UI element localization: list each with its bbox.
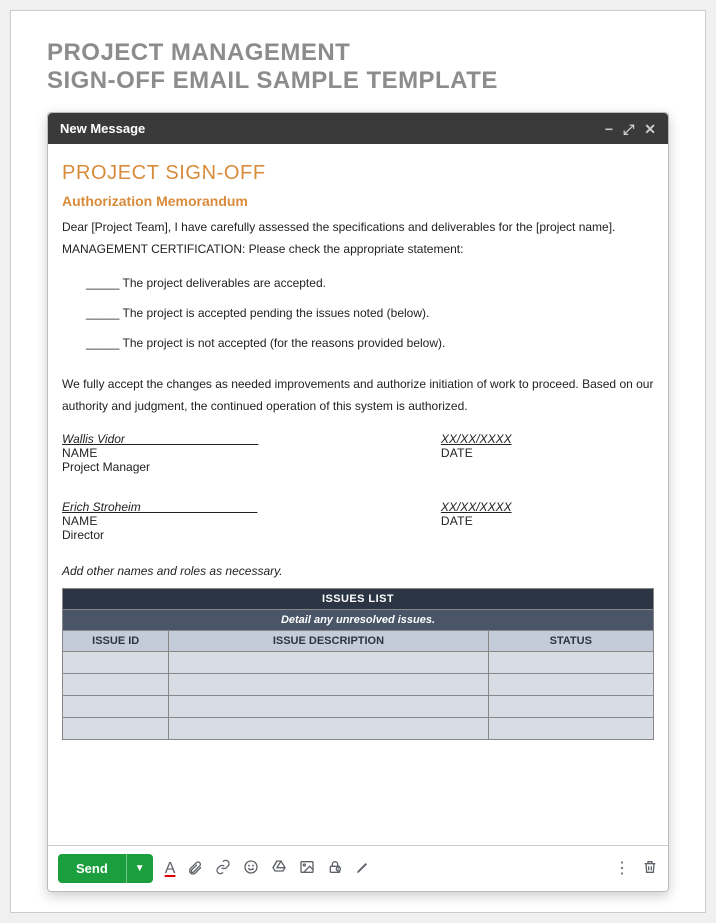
col-issue-id: ISSUE ID — [63, 630, 169, 651]
pen-icon[interactable] — [355, 859, 371, 879]
title-line2: SIGN-OFF EMAIL SAMPLE TEMPLATE — [47, 67, 669, 95]
email-body: PROJECT SIGN-OFF Authorization Memorandu… — [48, 144, 668, 845]
document-page: PROJECT MANAGEMENT SIGN-OFF EMAIL SAMPLE… — [10, 10, 706, 913]
signature-name: Wallis Vidor — [62, 432, 441, 446]
intro-paragraph: Dear [Project Team], I have carefully as… — [62, 217, 654, 260]
signature-date-label: DATE — [441, 514, 654, 528]
signature-name-label: NAME — [62, 446, 441, 460]
authorization-paragraph: We fully accept the changes as needed im… — [62, 374, 654, 417]
email-header-title: New Message — [60, 121, 145, 136]
drive-icon[interactable] — [271, 859, 287, 879]
signature-date: XX/XX/XXXX — [441, 432, 654, 446]
signature-role: Project Manager — [62, 460, 441, 474]
signature-name: Erich Stroheim — [62, 500, 441, 514]
emoji-icon[interactable] — [243, 859, 259, 879]
toolbar-left: Send ▼ A — [58, 854, 371, 883]
signature-row-2: Erich Stroheim NAME Director XX/XX/XXXX … — [62, 500, 654, 550]
font-format-icon[interactable]: A — [165, 861, 176, 877]
table-row — [63, 717, 654, 739]
check-option: The project is accepted pending the issu… — [86, 304, 654, 322]
signature-name-label: NAME — [62, 514, 441, 528]
certification-options: The project deliverables are accepted. T… — [86, 274, 654, 364]
email-compose-window: New Message − ⤢ ✕ PROJECT SIGN-OFF Autho… — [47, 112, 669, 892]
send-dropdown[interactable]: ▼ — [126, 854, 153, 883]
email-header-controls: − ⤢ ✕ — [605, 122, 656, 136]
body-subheading: Authorization Memorandum — [62, 193, 654, 209]
attach-icon[interactable] — [187, 859, 203, 879]
send-button[interactable]: Send ▼ — [58, 854, 153, 883]
issues-table: ISSUES LIST Detail any unresolved issues… — [62, 588, 654, 740]
close-icon[interactable]: ✕ — [644, 122, 656, 136]
send-button-label[interactable]: Send — [58, 854, 126, 883]
check-option: The project is not accepted (for the rea… — [86, 334, 654, 352]
issues-subtitle: Detail any unresolved issues. — [63, 609, 654, 630]
additional-names-note: Add other names and roles as necessary. — [62, 564, 654, 578]
confidential-icon[interactable] — [327, 859, 343, 879]
expand-icon[interactable]: ⤢ — [623, 122, 634, 136]
signature-date-label: DATE — [441, 446, 654, 460]
toolbar-right: ⋮ — [614, 859, 658, 879]
minimize-icon[interactable]: − — [605, 122, 613, 136]
issues-title: ISSUES LIST — [63, 588, 654, 609]
col-issue-description: ISSUE DESCRIPTION — [169, 630, 488, 651]
delete-icon[interactable] — [642, 859, 658, 879]
signature-date: XX/XX/XXXX — [441, 500, 654, 514]
col-status: STATUS — [488, 630, 653, 651]
page-title: PROJECT MANAGEMENT SIGN-OFF EMAIL SAMPLE… — [47, 39, 669, 94]
image-icon[interactable] — [299, 859, 315, 879]
link-icon[interactable] — [215, 859, 231, 879]
table-row — [63, 695, 654, 717]
table-row — [63, 673, 654, 695]
table-row — [63, 651, 654, 673]
email-toolbar: Send ▼ A — [48, 845, 668, 891]
title-line1: PROJECT MANAGEMENT — [47, 39, 669, 67]
signature-row-1: Wallis Vidor NAME Project Manager XX/XX/… — [62, 432, 654, 482]
signature-role: Director — [62, 528, 441, 542]
body-heading: PROJECT SIGN-OFF — [62, 162, 654, 185]
check-option: The project deliverables are accepted. — [86, 274, 654, 292]
more-icon[interactable]: ⋮ — [614, 861, 630, 877]
email-header: New Message − ⤢ ✕ — [48, 113, 668, 144]
